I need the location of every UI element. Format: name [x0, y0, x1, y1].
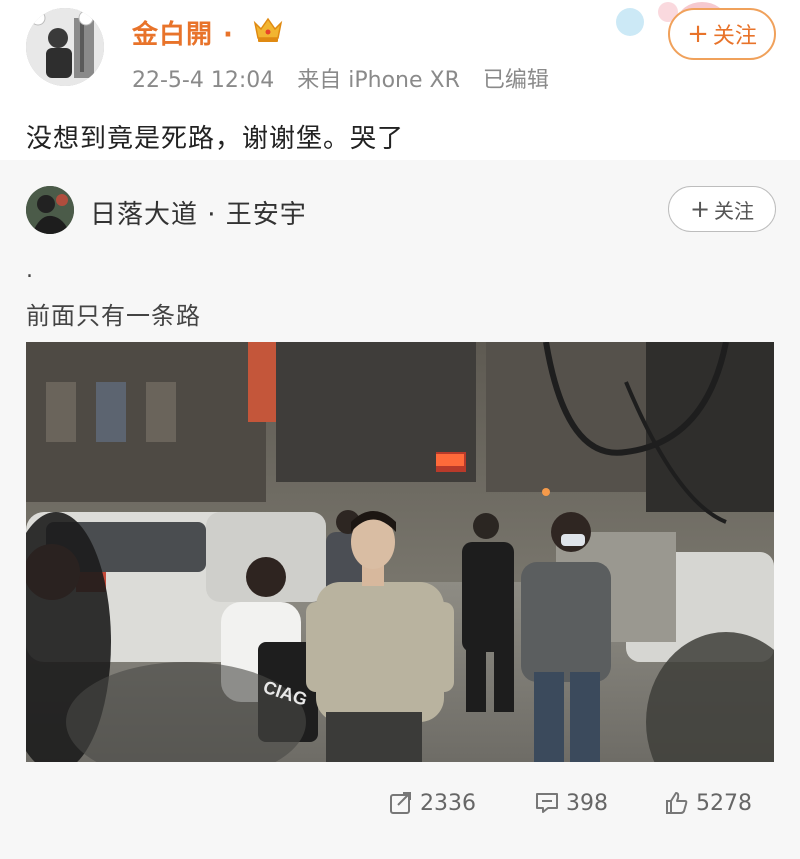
plus-icon: +	[689, 195, 711, 223]
street-scene-image: CIAG	[26, 342, 774, 762]
comment-icon	[536, 793, 558, 813]
follow-button[interactable]: + 关注	[668, 8, 776, 60]
comment-count: 398	[566, 790, 608, 816]
repost-card[interactable]: 日落大道 · 王安宇 + 关注 . 前面只有一条路 CIAG 2336 398 …	[0, 160, 800, 859]
avatar[interactable]	[26, 8, 104, 86]
edited-label[interactable]: 已编辑	[483, 68, 549, 93]
post-text: 没想到竟是死路，谢谢堡。哭了	[26, 124, 405, 154]
repost-count: 2336	[420, 790, 476, 816]
repost-text: 前面只有一条路	[26, 302, 201, 330]
action-bar: 2336 398 5278	[0, 780, 800, 832]
repost-follow-button[interactable]: + 关注	[668, 186, 776, 232]
repost-follow-label: 关注	[714, 198, 755, 223]
repost-avatar-image	[26, 186, 74, 234]
comment-button[interactable]: 398	[534, 790, 608, 816]
author-name[interactable]: 金白開 ·	[132, 14, 234, 51]
post-date: 22-5-4 12:04	[132, 68, 275, 93]
share-icon	[390, 792, 411, 814]
post-header: 金白開 · + 关注 22-5-4 12:04 来自 iPhone XR 已编辑…	[0, 0, 800, 160]
repost-photo[interactable]: CIAG	[26, 342, 774, 762]
thumbs-up-icon	[666, 792, 688, 814]
repost-button[interactable]: 2336	[388, 790, 476, 816]
weibo-post-page: 金白開 · + 关注 22-5-4 12:04 来自 iPhone XR 已编辑…	[0, 0, 800, 859]
post-meta: 22-5-4 12:04 来自 iPhone XR 已编辑	[132, 62, 565, 94]
like-count: 5278	[696, 790, 752, 816]
avatar-image	[26, 8, 104, 86]
like-button[interactable]: 5278	[664, 790, 752, 816]
plus-icon: +	[687, 19, 709, 49]
crown-icon	[253, 17, 283, 42]
repost-dot: .	[26, 258, 33, 283]
follow-label: 关注	[712, 24, 757, 49]
repost-author-name[interactable]: 日落大道 · 王安宇	[90, 194, 307, 231]
post-source[interactable]: 来自 iPhone XR	[297, 68, 460, 93]
repost-avatar[interactable]	[26, 186, 74, 234]
